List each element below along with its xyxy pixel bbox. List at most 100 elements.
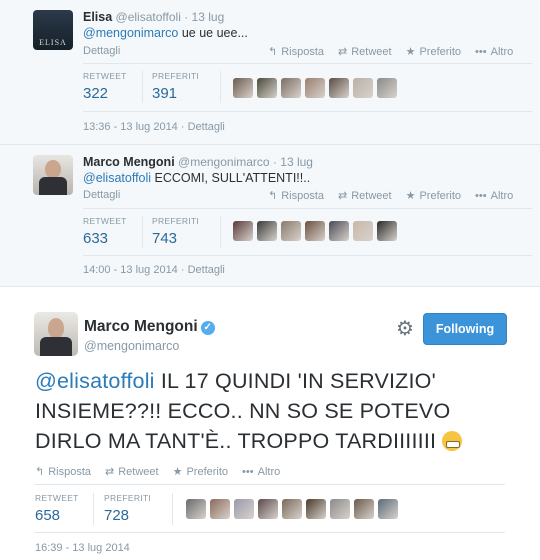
reply-icon: ↰ <box>268 46 278 58</box>
favorite-button[interactable]: ★ Preferito <box>173 465 229 479</box>
favoriter-avatar[interactable] <box>233 221 253 241</box>
divider <box>83 111 532 112</box>
avatar-face <box>45 160 61 178</box>
reply-icon: ↰ <box>268 190 278 202</box>
reply-button[interactable]: ↰ Risposta <box>35 465 92 479</box>
favoriter-avatar[interactable] <box>329 221 349 241</box>
favoriter-avatar[interactable] <box>186 499 206 519</box>
favoriter-avatar[interactable] <box>377 221 397 241</box>
stat-divider <box>142 71 143 103</box>
divider <box>83 255 532 256</box>
retweet-label: Retweet <box>118 465 159 478</box>
retweet-button[interactable]: ⇄ Retweet <box>338 189 392 203</box>
details-link[interactable]: Dettagli <box>83 45 120 57</box>
stat-divider <box>220 216 221 248</box>
favoriter-avatar[interactable] <box>257 78 277 98</box>
mention-link[interactable]: @elisatoffoli <box>35 369 155 393</box>
tweet-text: @elisatoffoli ECCOMI, SULL'ATTENTI!!.. <box>83 171 310 185</box>
avatar-marco[interactable] <box>34 312 78 356</box>
display-name[interactable]: Marco Mengoni ✓ <box>84 318 215 336</box>
separator: · <box>184 10 189 24</box>
retweet-stat[interactable]: RETWEET 633 <box>83 216 127 247</box>
retweet-count: 658 <box>35 507 61 524</box>
retweet-label: Retweet <box>351 189 392 202</box>
retweet-count: 633 <box>83 230 109 247</box>
tweet-body: ECCOMI, SULL'ATTENTI!!.. <box>151 171 311 185</box>
favorites-stat[interactable]: PREFERITI 743 <box>152 216 199 247</box>
avatar-label: ELISA <box>39 38 67 47</box>
retweet-button[interactable]: ⇄ Retweet <box>105 465 159 479</box>
favoriter-avatar[interactable] <box>281 78 301 98</box>
favoriter-avatar[interactable] <box>329 78 349 98</box>
favoriter-avatar[interactable] <box>378 499 398 519</box>
stat-divider <box>93 493 94 525</box>
favoriter-avatar[interactable] <box>305 221 325 241</box>
reply-button[interactable]: ↰ Risposta <box>268 189 324 203</box>
handle[interactable]: @elisatoffoli <box>116 10 181 24</box>
date[interactable]: 13 lug <box>280 155 313 169</box>
favoriter-avatar[interactable] <box>210 499 230 519</box>
retweet-stat[interactable]: RETWEET 322 <box>83 71 127 102</box>
more-button[interactable]: ••• Altro <box>242 465 280 478</box>
stat-divider <box>142 216 143 248</box>
favorites-stat-label: PREFERITI <box>152 71 200 81</box>
more-button[interactable]: ••• Altro <box>475 45 513 58</box>
favorite-button[interactable]: ★ Preferito <box>406 189 461 203</box>
favoriter-avatar[interactable] <box>377 78 397 98</box>
more-button[interactable]: ••• Altro <box>475 189 513 202</box>
favoriter-avatar[interactable] <box>330 499 350 519</box>
gear-icon[interactable]: ⚙ <box>396 316 414 341</box>
details-link[interactable]: Dettagli <box>83 189 120 201</box>
favorite-label: Preferito <box>186 465 229 478</box>
favoriter-avatar[interactable] <box>234 499 254 519</box>
favorites-stat[interactable]: PREFERITI 728 <box>104 493 151 524</box>
favoriter-avatar[interactable] <box>233 78 253 98</box>
favoriters-avatars <box>186 499 398 519</box>
display-name-text: Marco Mengoni <box>84 318 198 335</box>
context-tweet-elisa[interactable]: ELISA Elisa @elisatoffoli · 13 lug @meng… <box>0 0 540 145</box>
favoriter-avatar[interactable] <box>281 221 301 241</box>
display-name[interactable]: Elisa <box>83 10 112 24</box>
reply-button[interactable]: ↰ Risposta <box>268 45 324 59</box>
favorites-count: 728 <box>104 507 130 524</box>
tweet-text: @elisatoffoli IL 17 QUINDI 'IN SERVIZIO'… <box>35 366 505 456</box>
avatar-face <box>48 318 64 338</box>
handle[interactable]: @mengonimarco <box>84 339 179 353</box>
context-tweet-marco[interactable]: Marco Mengoni @mengonimarco · 13 lug @el… <box>0 145 540 287</box>
favorite-button[interactable]: ★ Preferito <box>406 45 462 59</box>
favoriter-avatar[interactable] <box>354 499 374 519</box>
mention-link[interactable]: @mengonimarco <box>83 26 178 40</box>
more-label: Altro <box>490 45 514 58</box>
divider <box>83 208 532 209</box>
following-button[interactable]: Following <box>423 313 507 345</box>
date[interactable]: 13 lug <box>192 10 225 24</box>
avatar-marco[interactable] <box>33 155 73 195</box>
retweet-stat[interactable]: RETWEET 658 <box>35 493 79 524</box>
tweet-body: ue ue uee... <box>178 26 248 40</box>
stat-divider <box>172 493 173 525</box>
mention-link[interactable]: @elisatoffoli <box>83 171 151 185</box>
display-name[interactable]: Marco Mengoni <box>83 155 175 169</box>
favoriter-avatar[interactable] <box>305 78 325 98</box>
divider <box>35 532 505 533</box>
favoriter-avatar[interactable] <box>353 78 373 98</box>
timestamp[interactable]: 13:36 - 13 lug 2014 · Dettagli <box>83 121 225 133</box>
tweet-actions: ↰ Risposta ⇄ Retweet ★ Preferito ••• Altro <box>35 465 280 479</box>
handle[interactable]: @mengonimarco <box>178 155 270 169</box>
reply-label: Risposta <box>48 465 92 478</box>
avatar-suit <box>40 337 72 356</box>
retweet-button[interactable]: ⇄ Retweet <box>338 45 392 59</box>
timestamp[interactable]: 16:39 - 13 lug 2014 <box>35 542 130 554</box>
favorite-label: Preferito <box>419 45 462 58</box>
retweet-stat-label: RETWEET <box>35 493 79 503</box>
favoriter-avatar[interactable] <box>257 221 277 241</box>
favoriter-avatar[interactable] <box>258 499 278 519</box>
retweet-count: 322 <box>83 85 109 102</box>
favoriter-avatar[interactable] <box>306 499 326 519</box>
favoriter-avatar[interactable] <box>353 221 373 241</box>
avatar-elisa[interactable]: ELISA <box>33 10 73 50</box>
favoriter-avatar[interactable] <box>282 499 302 519</box>
timestamp[interactable]: 14:00 - 13 lug 2014 · Dettagli <box>83 264 225 276</box>
favorites-stat[interactable]: PREFERITI 391 <box>152 71 199 102</box>
divider <box>83 63 532 64</box>
